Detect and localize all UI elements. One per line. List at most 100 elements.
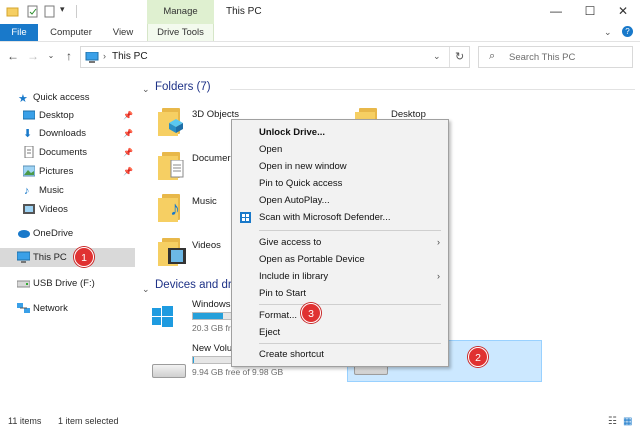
defender-shield-icon xyxy=(240,212,251,229)
sidebar-item-label: Videos xyxy=(39,204,68,215)
menu-item-unlock-drive[interactable]: Unlock Drive... xyxy=(232,124,448,141)
address-dropdown-icon[interactable]: ⌄ xyxy=(433,51,441,62)
sidebar-item-downloads[interactable]: ⬇ Downloads 📌 xyxy=(0,124,135,143)
menu-separator xyxy=(259,343,441,344)
new-folder-icon[interactable] xyxy=(43,5,56,18)
expand-ribbon-icon[interactable]: ⌄ xyxy=(604,27,612,38)
windows-logo-icon[interactable] xyxy=(152,306,174,328)
recent-locations-icon[interactable]: ⌄ xyxy=(44,49,58,63)
maximize-button[interactable]: ☐ xyxy=(575,0,605,24)
computer-icon xyxy=(85,51,99,66)
menu-item-eject[interactable]: Eject xyxy=(232,324,448,341)
large-icons-view-icon[interactable]: ▦ xyxy=(623,416,632,427)
cloud-icon xyxy=(17,227,30,239)
sidebar-item-label: Documents xyxy=(39,147,88,158)
context-menu: Unlock Drive... Open Open in new window … xyxy=(231,119,449,367)
sidebar-item-label: OneDrive xyxy=(33,228,74,239)
menu-item-give-access[interactable]: Give access to › xyxy=(232,234,448,251)
sidebar-item-label: This PC xyxy=(33,252,67,263)
collapse-chevron-icon[interactable]: ⌄ xyxy=(142,284,150,295)
folder-icon[interactable] xyxy=(158,236,186,266)
drive-usage-bar xyxy=(192,356,236,364)
refresh-icon[interactable]: ↻ xyxy=(455,50,464,63)
search-icon: ⌕ xyxy=(489,50,496,62)
tab-file[interactable]: File xyxy=(0,24,38,41)
breadcrumb-this-pc[interactable]: This PC xyxy=(112,51,148,62)
divider xyxy=(449,47,450,67)
sidebar-item-music[interactable]: ♪ Music xyxy=(0,181,135,200)
step-badge-2: 2 xyxy=(468,347,488,367)
menu-item-open-new-window[interactable]: Open in new window xyxy=(232,158,448,175)
up-arrow-icon[interactable]: ↑ xyxy=(62,49,76,63)
search-input[interactable]: ⌕ Search This PC xyxy=(478,46,633,68)
folder-label[interactable]: Videos xyxy=(192,240,221,251)
forward-arrow-icon[interactable]: → xyxy=(26,49,40,63)
back-arrow-icon[interactable]: ← xyxy=(6,49,20,63)
menu-item-format[interactable]: Format... xyxy=(232,307,448,324)
window-title: This PC xyxy=(226,6,262,17)
folders-group-header[interactable]: Folders (7) xyxy=(155,81,211,93)
menu-item-open[interactable]: Open xyxy=(232,141,448,158)
folder-icon[interactable] xyxy=(6,5,19,18)
sidebar-item-network[interactable]: Network xyxy=(0,299,135,318)
menu-item-pin-to-start[interactable]: Pin to Start xyxy=(232,285,448,302)
menu-item-open-autoplay[interactable]: Open AutoPlay... xyxy=(232,192,448,209)
close-button[interactable]: ✕ xyxy=(608,0,638,24)
breadcrumb-chevron-icon[interactable]: › xyxy=(103,51,106,61)
sidebar-item-label: Downloads xyxy=(39,128,86,139)
collapse-chevron-icon[interactable]: ⌄ xyxy=(142,84,150,95)
sidebar-item-onedrive[interactable]: OneDrive xyxy=(0,224,135,243)
help-icon[interactable]: ? xyxy=(622,26,633,37)
properties-icon[interactable] xyxy=(26,5,39,18)
manage-tab-group[interactable]: Manage xyxy=(147,0,214,24)
divider xyxy=(76,5,77,18)
item-count: 11 items xyxy=(8,416,42,426)
details-view-icon[interactable]: ☷ xyxy=(608,416,617,427)
tab-view[interactable]: View xyxy=(104,24,142,41)
computer-icon xyxy=(16,251,31,263)
music-icon: ♪ xyxy=(24,185,30,197)
folder-icon[interactable] xyxy=(158,106,186,136)
menu-separator xyxy=(259,304,441,305)
navigation-bar: ← → ⌄ ↑ › This PC ⌄ ↻ ⌕ Search This PC xyxy=(0,43,640,71)
ribbon-tabs: File Computer View Drive Tools ⌄ ? xyxy=(0,24,640,42)
address-bar[interactable]: › This PC ⌄ ↻ xyxy=(80,46,470,68)
sidebar-item-desktop[interactable]: Desktop 📌 xyxy=(0,106,135,125)
menu-item-create-shortcut[interactable]: Create shortcut xyxy=(232,346,448,363)
step-badge-3: 3 xyxy=(301,303,321,323)
menu-item-pin-quick-access[interactable]: Pin to Quick access xyxy=(232,175,448,192)
tab-drive-tools[interactable]: Drive Tools xyxy=(147,24,214,41)
sidebar-item-documents[interactable]: Documents 📌 xyxy=(0,143,135,162)
navigation-pane: ★ Quick access Desktop 📌 ⬇ Downloads 📌 D… xyxy=(0,80,135,410)
download-icon: ⬇ xyxy=(23,128,33,140)
submenu-arrow-icon: › xyxy=(437,271,440,281)
sidebar-item-this-pc[interactable]: This PC xyxy=(0,248,135,267)
menu-separator xyxy=(259,230,441,231)
folder-label[interactable]: Music xyxy=(192,196,217,207)
hard-drive-icon[interactable] xyxy=(152,364,186,378)
drive-name[interactable]: Windows xyxy=(192,299,231,310)
folder-icon[interactable]: ♪ xyxy=(158,192,186,222)
sidebar-item-quick-access[interactable]: ★ Quick access xyxy=(0,88,135,107)
title-bar: ▾ Manage This PC — ☐ ✕ xyxy=(0,0,640,24)
drive-free-space: 9.94 GB free of 9.98 GB xyxy=(192,367,284,377)
folder-icon[interactable] xyxy=(158,150,186,180)
tab-computer[interactable]: Computer xyxy=(46,24,96,41)
folder-label[interactable]: Documer xyxy=(192,153,231,164)
document-icon xyxy=(23,145,35,159)
sidebar-item-pictures[interactable]: Pictures 📌 xyxy=(0,162,135,181)
sidebar-item-usb-drive[interactable]: USB Drive (F:) xyxy=(0,274,135,293)
menu-item-include-library[interactable]: Include in library › xyxy=(232,268,448,285)
minimize-button[interactable]: — xyxy=(541,0,571,24)
menu-item-scan-defender[interactable]: Scan with Microsoft Defender... xyxy=(232,209,448,226)
sidebar-item-label: Pictures xyxy=(39,166,74,177)
drive-name[interactable]: New Volu xyxy=(192,343,232,354)
devices-group-header[interactable]: Devices and dr xyxy=(155,279,232,291)
menu-item-open-portable-device[interactable]: Open as Portable Device xyxy=(232,251,448,268)
submenu-arrow-icon: › xyxy=(437,237,440,247)
music-icon: ♪ xyxy=(170,198,180,220)
sidebar-item-label: Quick access xyxy=(33,92,90,103)
customize-toolbar-icon[interactable]: ▾ xyxy=(60,4,73,17)
video-icon xyxy=(23,203,35,215)
sidebar-item-videos[interactable]: Videos xyxy=(0,200,135,219)
